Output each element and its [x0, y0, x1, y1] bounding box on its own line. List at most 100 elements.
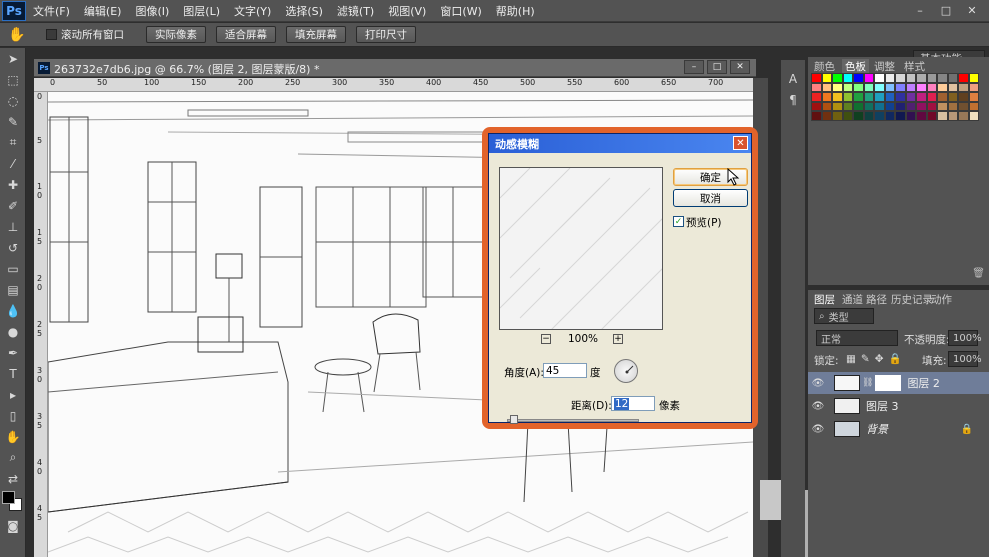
color-swatch[interactable]	[947, 92, 958, 102]
clone-stamp-tool-icon[interactable]: ⊥	[0, 216, 26, 237]
layer-filter-select[interactable]: ⌕ 类型	[814, 308, 874, 324]
fill-input[interactable]: 100%	[948, 351, 982, 367]
healing-brush-tool-icon[interactable]: ✚	[0, 174, 26, 195]
color-swatch[interactable]	[811, 73, 822, 83]
color-swatch[interactable]	[842, 111, 853, 121]
color-swatch[interactable]	[968, 73, 979, 83]
color-swatch[interactable]	[884, 111, 895, 121]
hand-tool-icon[interactable]: ✋	[0, 24, 34, 46]
swap-colors-icon[interactable]: ⇄	[0, 468, 26, 489]
color-swatch[interactable]	[926, 82, 937, 92]
tab-channels[interactable]: 通道	[842, 292, 863, 307]
color-swatch[interactable]	[874, 101, 885, 111]
color-swatch[interactable]	[821, 111, 832, 121]
tab-color[interactable]: 颜色	[814, 59, 835, 74]
eye-icon[interactable]: 👁	[808, 424, 828, 435]
color-swatch[interactable]	[821, 101, 832, 111]
document-tab[interactable]: Ps 263732e7db6.jpg @ 66.7% (图层 2, 图层蒙版/8…	[34, 59, 756, 77]
zoom-out-button[interactable]: −	[541, 334, 551, 344]
actual-pixels-button[interactable]: 实际像素	[146, 26, 206, 43]
paragraph-panel-icon[interactable]: ¶	[781, 89, 805, 110]
color-swatch[interactable]	[853, 101, 864, 111]
scroll-all-checkbox[interactable]	[46, 29, 57, 40]
blur-tool-icon[interactable]: 💧	[0, 300, 26, 321]
marquee-tool-icon[interactable]: ⬚	[0, 69, 26, 90]
menu-select[interactable]: 选择(S)	[278, 3, 330, 19]
color-swatch[interactable]	[926, 92, 937, 102]
cancel-button[interactable]: 取消	[673, 189, 748, 207]
tab-history[interactable]: 历史记录	[891, 292, 933, 307]
color-swatch[interactable]	[926, 111, 937, 121]
color-swatch[interactable]	[895, 111, 906, 121]
color-swatch[interactable]	[863, 73, 874, 83]
eyedropper-tool-icon[interactable]: ⁄	[0, 153, 26, 174]
color-swatch[interactable]	[937, 101, 948, 111]
brush-tool-icon[interactable]: ✐	[0, 195, 26, 216]
color-swatch[interactable]	[884, 92, 895, 102]
menu-filter[interactable]: 滤镜(T)	[330, 3, 381, 19]
color-swatch[interactable]	[811, 82, 822, 92]
color-swatch[interactable]	[811, 92, 822, 102]
color-swatch[interactable]	[958, 92, 969, 102]
color-swatch[interactable]	[968, 111, 979, 121]
color-swatch[interactable]	[958, 111, 969, 121]
menu-view[interactable]: 视图(V)	[381, 3, 433, 19]
color-swatch[interactable]	[832, 73, 843, 83]
color-swatch[interactable]	[863, 101, 874, 111]
dialog-close-button[interactable]: ✕	[733, 136, 748, 150]
color-swatch[interactable]	[926, 73, 937, 83]
foreground-color-swatch[interactable]	[2, 491, 15, 504]
color-swatch[interactable]	[916, 111, 927, 121]
color-swatch[interactable]	[811, 101, 822, 111]
distance-slider-track[interactable]	[507, 419, 639, 422]
color-swatch[interactable]	[947, 111, 958, 121]
color-swatch[interactable]	[895, 82, 906, 92]
color-swatch[interactable]	[958, 82, 969, 92]
color-swatch[interactable]	[905, 101, 916, 111]
zoom-tool-icon[interactable]: ⌕	[0, 447, 26, 468]
preview-area[interactable]	[499, 167, 663, 330]
layer-row-background[interactable]: 👁 背景 🔒	[808, 418, 989, 440]
hand-tool-icon[interactable]: ✋	[0, 426, 26, 447]
maximize-button[interactable]: □	[935, 2, 957, 18]
tab-swatches[interactable]: 色板	[842, 59, 869, 74]
gradient-tool-icon[interactable]: ▤	[0, 279, 26, 300]
color-swatch[interactable]	[821, 73, 832, 83]
color-swatch[interactable]	[832, 82, 843, 92]
lasso-tool-icon[interactable]: ◌	[0, 90, 26, 111]
angle-input[interactable]: 45	[543, 363, 587, 378]
layer-row-layer2[interactable]: 👁 ⛓ 图层 2	[808, 372, 989, 394]
menu-image[interactable]: 图像(I)	[128, 3, 176, 19]
menu-edit[interactable]: 编辑(E)	[77, 3, 129, 19]
menu-layer[interactable]: 图层(L)	[176, 3, 227, 19]
color-swatch[interactable]	[916, 73, 927, 83]
move-tool-icon[interactable]: ➤	[0, 48, 26, 69]
opacity-input[interactable]: 100%	[948, 330, 982, 346]
eraser-tool-icon[interactable]: ▭	[0, 258, 26, 279]
color-swatch[interactable]	[863, 111, 874, 121]
distance-input[interactable]: 12	[611, 396, 655, 411]
color-swatch[interactable]	[874, 92, 885, 102]
path-select-tool-icon[interactable]: ▸	[0, 384, 26, 405]
doc-maximize-button[interactable]: □	[707, 60, 727, 74]
color-swatch[interactable]	[947, 73, 958, 83]
color-swatch[interactable]	[832, 101, 843, 111]
color-swatch[interactable]	[937, 111, 948, 121]
color-swatch[interactable]	[968, 101, 979, 111]
color-swatch[interactable]	[905, 82, 916, 92]
color-swatch[interactable]	[821, 82, 832, 92]
color-swatch[interactable]	[947, 82, 958, 92]
pen-tool-icon[interactable]: ✒	[0, 342, 26, 363]
tab-layers[interactable]: 图层	[814, 292, 835, 307]
lock-icons[interactable]: ▦✎✥🔒	[846, 352, 907, 365]
dodge-tool-icon[interactable]: ●	[0, 321, 26, 342]
color-swatch[interactable]	[874, 82, 885, 92]
preview-checkbox[interactable]: ✓	[673, 216, 684, 227]
color-swatch[interactable]	[905, 111, 916, 121]
crop-tool-icon[interactable]: ⌗	[0, 132, 26, 153]
color-swatch[interactable]	[853, 111, 864, 121]
color-swatch[interactable]	[842, 92, 853, 102]
quick-mask-icon[interactable]: ◙	[0, 515, 26, 536]
color-swatch[interactable]	[895, 92, 906, 102]
color-swatch[interactable]	[947, 101, 958, 111]
